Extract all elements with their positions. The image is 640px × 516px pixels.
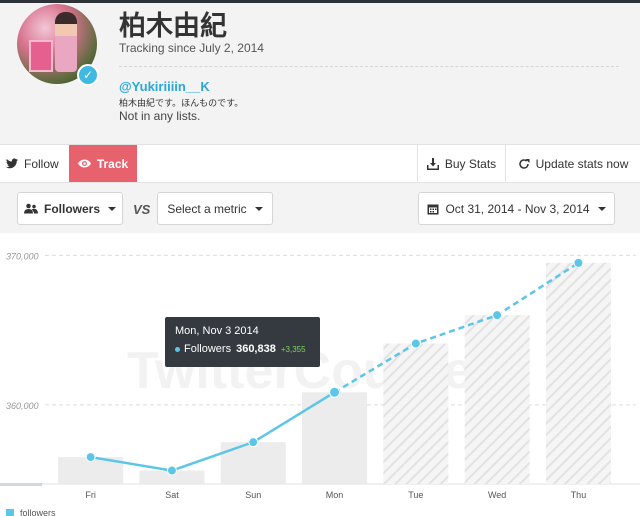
tooltip-metric: Followers — [184, 343, 232, 355]
compare-metric-dropdown[interactable]: Select a metric — [157, 192, 273, 225]
profile-handle-link[interactable]: @Yukiriiiin__K — [119, 79, 210, 94]
tooltip-change: +3,355 — [280, 345, 306, 354]
series-line — [90, 391, 336, 472]
avatar-photo-figure — [55, 12, 77, 72]
users-icon — [23, 203, 38, 214]
buy-stats-label: Buy Stats — [444, 156, 497, 171]
profile-bio: 柏木由紀です。ほんものです。 — [119, 99, 244, 109]
data-point — [410, 338, 421, 349]
refresh-icon — [518, 158, 530, 169]
date-range-picker[interactable]: Oct 31, 2014 - Nov 3, 2014 — [418, 192, 615, 225]
compare-metric-label: Select a metric — [167, 201, 247, 216]
profile-header: ✓ 柏木由紀 Tracking since July 2, 2014 @Yuki… — [0, 3, 640, 144]
tooltip-date: Mon, Nov 3 2014 — [175, 325, 259, 337]
legend-label: followers — [20, 508, 56, 516]
twitter-bird-icon — [6, 158, 18, 169]
chart-bar — [545, 262, 611, 484]
update-stats-label: Update stats now — [535, 156, 629, 171]
x-tick-label: Thu — [571, 490, 587, 500]
profile-name: 柏木由紀 — [119, 11, 227, 42]
data-point — [492, 310, 503, 321]
chevron-down-icon — [254, 206, 263, 211]
calendar-icon — [427, 204, 439, 214]
data-point — [573, 257, 584, 268]
date-range-label: Oct 31, 2014 - Nov 3, 2014 — [445, 201, 590, 216]
data-point — [248, 437, 259, 448]
action-bar: Follow Track Buy Stats Update stats now — [0, 144, 640, 183]
y-tick-label: 370,000 — [6, 251, 39, 261]
series-dot-icon — [175, 347, 180, 352]
x-tick-label: Sun — [245, 490, 261, 500]
data-point — [329, 386, 341, 398]
vs-label: VS — [133, 202, 151, 217]
chart-bar — [383, 343, 449, 484]
eye-icon — [77, 159, 91, 168]
legend-swatch — [6, 509, 14, 516]
divider — [119, 66, 619, 67]
chevron-down-icon — [597, 206, 606, 211]
download-tray-icon — [426, 157, 439, 170]
verified-check-icon: ✓ — [77, 64, 99, 86]
tracking-since: Tracking since July 2, 2014 — [119, 41, 264, 55]
track-label: Track — [96, 156, 129, 171]
metric-dropdown[interactable]: Followers — [17, 192, 123, 225]
chart-bar — [464, 315, 530, 484]
followers-chart-svg: 360,000370,000 TwitterCounter Fri Sat Sun M… — [0, 251, 640, 500]
metric-dropdown-label: Followers — [43, 201, 100, 216]
chevron-down-icon — [108, 206, 116, 211]
y-tick-label: 360,000 — [6, 401, 39, 411]
buy-stats-button[interactable]: Buy Stats — [417, 145, 505, 182]
tooltip-row: Followers 360,838 +3,355 — [175, 343, 310, 355]
data-point — [85, 452, 96, 463]
tooltip-value: 360,838 — [236, 343, 276, 355]
data-point — [166, 465, 177, 476]
update-stats-button[interactable]: Update stats now — [505, 145, 640, 182]
chart-bar — [220, 442, 286, 484]
chart-controls: Followers VS Select a metric Oct 31, 201… — [0, 183, 640, 233]
avatar-photo-detail — [29, 40, 53, 72]
x-tick-label: Sat — [165, 490, 179, 500]
chart-legend[interactable]: followers — [6, 508, 56, 516]
follow-button[interactable]: Follow — [6, 145, 59, 182]
profile-lists: Not in any lists. — [119, 109, 201, 123]
chart-tooltip: Mon, Nov 3 2014 Followers 360,838 +3,355 — [165, 317, 320, 367]
x-tick-label: Mon — [326, 490, 344, 500]
range-handle — [0, 483, 42, 486]
follow-label: Follow — [24, 156, 59, 171]
x-tick-label: Wed — [488, 490, 506, 500]
track-button[interactable]: Track — [69, 145, 137, 182]
x-tick-label: Fri — [85, 490, 96, 500]
x-tick-label: Tue — [408, 490, 423, 500]
followers-chart: 360,000 370,000 TwitterCounter Fri Sat Sun M… — [0, 233, 640, 516]
